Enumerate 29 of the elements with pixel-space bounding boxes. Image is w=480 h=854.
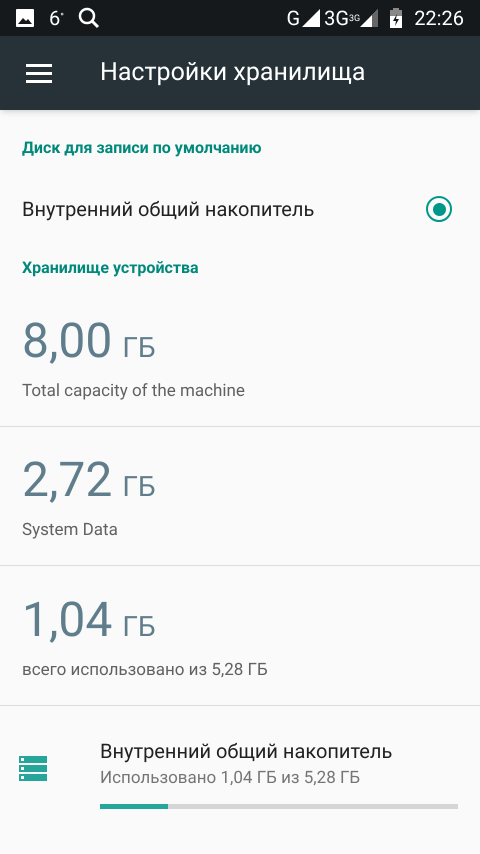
disk-option[interactable]: Внутренний общий накопитель xyxy=(0,172,480,246)
weather-text: 6$^{°}$ xyxy=(49,5,64,32)
section-header: Хранилище устройства xyxy=(22,258,199,277)
size-value: 1,04 xyxy=(22,596,112,644)
size-value: 8,00 xyxy=(22,316,112,364)
image-icon xyxy=(16,9,34,27)
search-icon xyxy=(78,7,100,29)
storage-icon xyxy=(19,756,47,781)
size-unit: ГБ xyxy=(122,334,156,362)
radio-button[interactable] xyxy=(426,196,452,222)
size-value: 2,72 xyxy=(22,456,112,504)
app-bar-title: Настройки хранилища xyxy=(100,57,366,90)
signal-icon xyxy=(360,9,378,27)
size-unit: ГБ xyxy=(122,612,156,640)
size-label: Total capacity of the machine xyxy=(22,380,246,402)
volume-title: Внутренний общий накопитель xyxy=(100,738,394,765)
storage-volume-item[interactable]: Внутренний общий накопитель Использовано 1,04 ГБ из 5,28 ГБ xyxy=(0,705,480,825)
network-text: G xyxy=(286,5,300,32)
network-text: 3G$^{3G}$ xyxy=(324,5,360,32)
size-label: System Data xyxy=(22,518,119,542)
menu-icon[interactable] xyxy=(26,64,52,82)
section-header: Диск для записи по умолчанию xyxy=(22,138,262,157)
battery-icon xyxy=(390,8,402,28)
option-label: Внутренний общий накопитель xyxy=(22,196,316,223)
size-unit: ГБ xyxy=(122,472,156,500)
volume-summary: Использовано 1,04 ГБ из 5,28 ГБ xyxy=(100,766,362,790)
size-label: всего использовано из 5,28 ГБ xyxy=(22,658,269,682)
signal-icon xyxy=(302,9,320,27)
clock-text: 22:26 xyxy=(414,5,464,32)
